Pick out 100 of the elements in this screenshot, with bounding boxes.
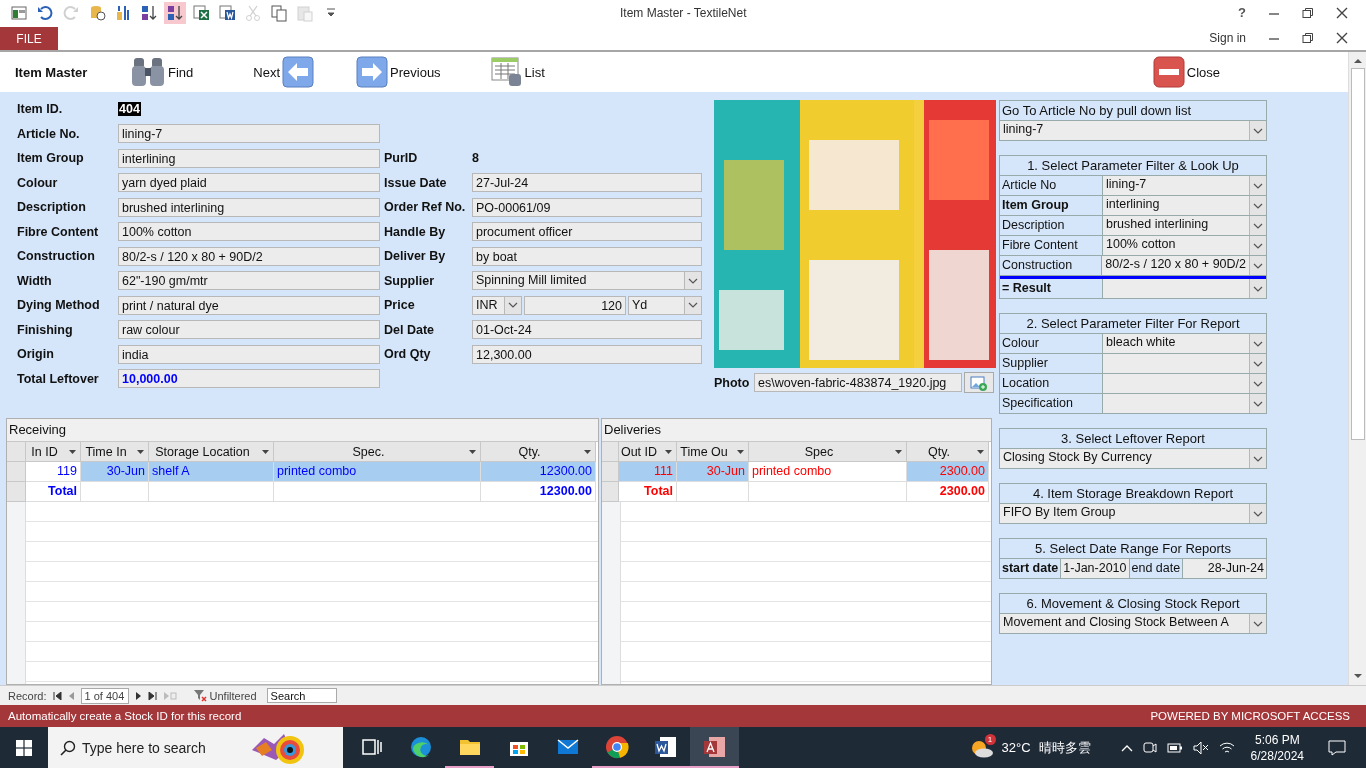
next-record-icon[interactable] [134, 691, 142, 700]
caret-down-icon[interactable] [262, 449, 269, 454]
battery-icon[interactable] [1166, 741, 1183, 754]
previous-button[interactable]: Previous [356, 56, 441, 88]
combo-box[interactable]: lining-7 [1103, 176, 1266, 195]
filter-button[interactable]: Unfiltered [192, 689, 257, 702]
combo-box[interactable]: 100% cotton [1103, 236, 1266, 255]
pur-id-value: 8 [472, 151, 479, 166]
text-field[interactable]: PO-00061/09 [472, 197, 702, 217]
end-date-field[interactable]: 28-Jun-24 [1183, 559, 1266, 578]
taskbar-search-field[interactable]: Type here to search [80, 738, 244, 757]
text-field[interactable]: brushed interlining [118, 197, 380, 217]
find-button[interactable]: Find [130, 56, 194, 88]
chevron-down-icon [1253, 400, 1263, 407]
text-field[interactable]: raw colour [118, 320, 380, 340]
column-header[interactable]: In ID [26, 442, 81, 462]
restore-icon[interactable] [1302, 6, 1314, 19]
file-tab[interactable]: FILE [0, 27, 58, 50]
first-record-icon[interactable] [52, 691, 62, 700]
caret-down-icon[interactable] [584, 449, 591, 454]
combo-box[interactable]: INR [472, 295, 522, 315]
column-header[interactable]: Time Ou [677, 442, 749, 462]
chevron-down-icon [688, 277, 698, 284]
table-cell: 30-Jun [81, 462, 149, 482]
text-field[interactable]: 100% cotton [118, 222, 380, 242]
combo-box[interactable]: lining-7 [1000, 121, 1266, 140]
caret-down-icon[interactable] [977, 449, 984, 454]
next-button[interactable]: Next [253, 56, 315, 88]
combo-box[interactable]: bleach white [1103, 334, 1266, 353]
sign-in-link[interactable]: Sign in [1209, 30, 1246, 45]
combo-box[interactable]: Spinning Mill limited [472, 271, 702, 291]
close-button[interactable]: Close [1152, 56, 1220, 88]
text-field[interactable]: lining-7 [118, 124, 380, 144]
close-icon[interactable] [1336, 31, 1348, 44]
camera-icon[interactable] [1142, 740, 1157, 755]
column-header[interactable]: Spec [749, 442, 907, 462]
access-taskbar-icon[interactable] [690, 727, 739, 768]
help-button[interactable]: ? [1238, 5, 1246, 20]
field-label: Colour [17, 175, 59, 190]
field-label: Order Ref No. [384, 200, 467, 215]
column-header[interactable]: Spec. [274, 442, 481, 462]
caret-down-icon[interactable] [895, 449, 902, 454]
insert-picture-button[interactable] [964, 372, 994, 393]
column-header[interactable]: Storage Location [149, 442, 274, 462]
combo-box[interactable]: interlining [1103, 196, 1266, 215]
wifi-icon[interactable] [1218, 740, 1235, 755]
text-field[interactable]: 01-Oct-24 [472, 320, 702, 340]
text-field[interactable]: 27-Jul-24 [472, 173, 702, 193]
sort-descending-icon[interactable] [164, 1, 186, 24]
text-field[interactable]: 62"-190 gm/mtr [118, 271, 380, 291]
text-field[interactable]: procument officer [472, 222, 702, 242]
list-button[interactable]: List [490, 56, 545, 88]
speaker-muted-icon[interactable] [1192, 740, 1209, 755]
chevron-up-icon[interactable] [1120, 743, 1133, 752]
search-field[interactable]: Search [266, 688, 337, 703]
close-icon[interactable] [1336, 6, 1348, 19]
record-number-field[interactable]: 1 of 404 [80, 687, 129, 704]
caret-down-icon[interactable] [137, 449, 144, 454]
chevron-down-icon [1253, 127, 1263, 134]
caret-down-icon[interactable] [665, 449, 672, 454]
item-id-value[interactable]: 404 [118, 102, 141, 117]
combo-box[interactable]: FIFO By Item Group [1000, 504, 1266, 523]
text-field[interactable]: by boat [472, 246, 702, 266]
vertical-scrollbar[interactable] [1348, 52, 1366, 685]
scroll-up-icon[interactable] [1352, 58, 1363, 64]
caret-down-icon[interactable] [69, 449, 76, 454]
text-field[interactable]: yarn dyed plaid [118, 173, 380, 193]
windows-start-icon[interactable] [16, 739, 32, 756]
caret-down-icon[interactable] [737, 449, 744, 454]
restore-icon[interactable] [1302, 31, 1314, 44]
caret-down-icon[interactable] [469, 449, 476, 454]
text-field[interactable]: interlining [118, 148, 380, 168]
text-field[interactable]: print / natural dye [118, 295, 380, 315]
amount-field[interactable]: 120 [524, 295, 626, 315]
combo-box[interactable]: Closing Stock By Currency [1000, 449, 1266, 468]
photo-path-field[interactable]: es\woven-fabric-483874_1920.jpg [754, 373, 962, 392]
notification-icon[interactable] [1328, 739, 1346, 756]
scroll-thumb[interactable] [1350, 68, 1365, 440]
table-cell: 12300.00 [481, 462, 596, 482]
combo-box[interactable]: 80/2-s / 120 x 80 + 90D/2 [1102, 256, 1266, 275]
combo-box[interactable]: Yd [628, 295, 702, 315]
text-field[interactable]: 80/2-s / 120 x 80 + 90D/2 [118, 246, 380, 266]
window-title: Item Master - TextileNet [620, 6, 747, 20]
clock-date[interactable]: 6/28/2024 [1250, 747, 1304, 764]
table-icon [490, 56, 523, 88]
column-header[interactable]: Qty. [907, 442, 989, 462]
table-cell: 30-Jun [677, 462, 749, 482]
column-header[interactable]: Out ID [619, 442, 677, 462]
column-header[interactable]: Time In [81, 442, 149, 462]
start-date-field[interactable]: 1-Jan-2010 [1061, 559, 1129, 578]
column-header[interactable]: Qty. [481, 442, 596, 462]
text-field[interactable]: india [118, 344, 380, 364]
last-record-icon[interactable] [147, 691, 157, 700]
combo-box[interactable]: brushed interlining [1103, 216, 1266, 235]
combo-box[interactable]: Movement and Closing Stock Between A [1000, 614, 1266, 633]
total-leftover-field[interactable]: 10,000.00 [118, 369, 380, 389]
scroll-down-icon[interactable] [1352, 673, 1363, 679]
field-label: Item ID. [17, 102, 64, 117]
text-field[interactable]: 12,300.00 [472, 344, 702, 364]
clock-time[interactable]: 5:06 PM [1254, 731, 1300, 748]
